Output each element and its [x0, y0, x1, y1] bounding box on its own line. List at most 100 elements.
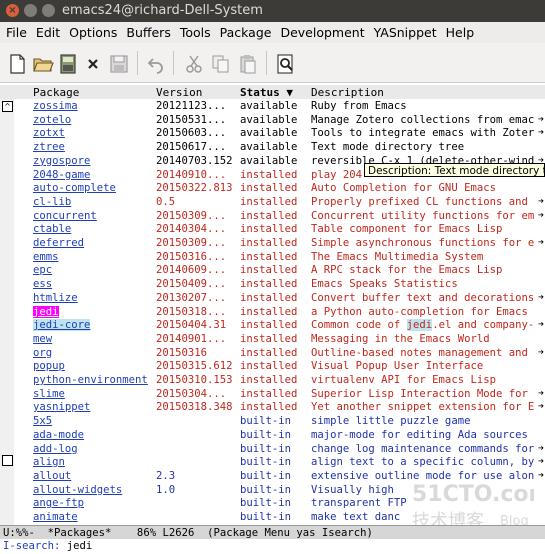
package-version: 20150603...	[156, 127, 227, 140]
package-name-link[interactable]: zygospore	[33, 155, 90, 167]
package-name-link[interactable]: align	[33, 456, 65, 468]
package-name-link[interactable]: jedi-core	[33, 319, 91, 332]
package-name-link[interactable]: emms	[33, 251, 59, 263]
package-description: Common code of jedi.el and company-	[311, 319, 535, 332]
package-row[interactable]: python-environment 20150310.153 installed v…	[0, 374, 545, 388]
package-status: available	[240, 113, 298, 126]
package-row[interactable]: epc 20140609... installed A RPC stack for t…	[0, 264, 545, 278]
package-row[interactable]: add-log built-in change log maintenance co…	[0, 443, 545, 457]
window-close-button[interactable]: ×	[6, 4, 19, 17]
close-icon[interactable]	[82, 53, 104, 75]
package-name-link[interactable]: zotelo	[33, 114, 71, 126]
minibuffer[interactable]: I-search: jedi	[0, 539, 545, 554]
package-name-link[interactable]: deferred	[33, 237, 84, 249]
package-row[interactable]: zossima 20121123... available Ruby from Ema…	[0, 100, 545, 114]
cut-icon[interactable]	[183, 53, 205, 75]
package-status: built-in	[240, 469, 292, 482]
package-name-link[interactable]: slime	[33, 388, 65, 400]
package-row[interactable]: ess 20150409... installed Emacs Speaks Stat…	[0, 278, 545, 292]
package-row[interactable]: zotxt 20150603... available Tools to integr…	[0, 127, 545, 141]
package-row[interactable]: jedi 20150318... installed a Python auto-co…	[0, 305, 545, 320]
package-row[interactable]: concurrent 20150309... installed Concurrent…	[0, 210, 545, 224]
package-name-link[interactable]: auto-complete	[33, 182, 116, 194]
package-name-link[interactable]: ada-mode	[33, 429, 84, 441]
package-row[interactable]: zotelo 20150531... available Manage Zotero …	[0, 114, 545, 128]
package-name-link[interactable]: ztree	[33, 141, 65, 153]
package-row[interactable]: auto-complete 20150322.813 installed Auto C…	[0, 182, 545, 196]
package-row[interactable]: deferred 20150309... installed Simple async…	[0, 237, 545, 251]
package-name-link[interactable]: jedi	[33, 305, 59, 318]
package-name-link[interactable]: mew	[33, 333, 52, 345]
package-row[interactable]: org 20150316 installed Outline-based notes …	[0, 347, 545, 361]
package-name-link[interactable]: ess	[33, 278, 52, 290]
menu-package[interactable]: Package	[220, 25, 272, 40]
package-name-link[interactable]: zossima	[33, 100, 78, 112]
package-name-link[interactable]: cl-lib	[33, 196, 71, 208]
package-name-link[interactable]: 2048-game	[33, 169, 90, 181]
package-version: 1.0	[156, 483, 176, 496]
menu-tools[interactable]: Tools	[180, 25, 211, 40]
new-file-icon[interactable]	[6, 53, 28, 75]
package-name-link[interactable]: htmlize	[33, 292, 78, 304]
package-name-link[interactable]: ange-ftp	[33, 497, 84, 509]
header-status[interactable]: Status ▼	[240, 86, 293, 99]
package-row[interactable]: ctable 20140304... installed Table componen…	[0, 223, 545, 237]
package-name-link[interactable]: ctable	[33, 223, 71, 235]
package-name-link[interactable]: animate	[33, 511, 78, 523]
menu-edit[interactable]: Edit	[36, 25, 60, 40]
package-name-link[interactable]: python-environment	[33, 374, 148, 386]
package-row[interactable]: emms 20150316... installed The Emacs Multim…	[0, 251, 545, 265]
package-version: 20150309...	[156, 237, 227, 249]
package-name-link[interactable]: popup	[33, 360, 65, 372]
package-row[interactable]: htmlize 20130207... installed Convert buffe…	[0, 292, 545, 306]
menu-options[interactable]: Options	[69, 25, 117, 40]
window-maximize-button[interactable]	[42, 4, 55, 17]
package-row[interactable]: cl-lib 0.5 installed Properly prefixed CL f…	[0, 196, 545, 210]
paste-icon[interactable]	[237, 53, 259, 75]
package-description: Concurrent utility functions for em	[311, 209, 535, 222]
package-name-link[interactable]: epc	[33, 264, 52, 276]
package-version: 20140901...	[156, 332, 227, 345]
package-description: Manage Zotero collections from emac	[311, 113, 535, 126]
package-row[interactable]: ada-mode built-in major-mode for editing A…	[0, 429, 545, 443]
menu-development[interactable]: Development	[280, 25, 364, 40]
header-package[interactable]: Package	[33, 86, 79, 99]
package-row[interactable]: align built-in align text to a specific co…	[0, 456, 545, 470]
package-status: installed	[240, 319, 298, 332]
package-name-link[interactable]: 5x5	[33, 415, 52, 427]
open-folder-icon[interactable]	[32, 53, 54, 75]
window-minimize-button[interactable]	[24, 4, 37, 17]
header-version[interactable]: Version	[156, 86, 202, 99]
package-description: simple little puzzle game	[311, 415, 471, 428]
header-description[interactable]: Description	[311, 86, 384, 99]
package-status: installed	[240, 332, 298, 345]
package-row[interactable]: jedi-core 20150404.31 installed Common code…	[0, 319, 545, 333]
package-row[interactable]: slime 20150304... installed Superior Lisp I…	[0, 388, 545, 402]
package-name-link[interactable]: add-log	[33, 443, 78, 455]
search-match-highlight: jedi	[406, 319, 433, 332]
package-version: 20150322.813	[156, 182, 233, 195]
package-name-link[interactable]: concurrent	[33, 210, 97, 222]
package-row[interactable]: popup 20150315.612 installed Visual Popup U…	[0, 360, 545, 374]
package-version: 20150531...	[156, 113, 227, 126]
package-row[interactable]: yasnippet 20150318.348 installed Yet anothe…	[0, 401, 545, 415]
package-name-link[interactable]: yasnippet	[33, 401, 90, 413]
save-icon[interactable]	[57, 53, 79, 75]
package-row[interactable]: 5x5 built-in simple little puzzle game	[0, 415, 545, 429]
menu-file[interactable]: File	[6, 25, 27, 40]
package-name-link[interactable]: allout-widgets	[33, 484, 122, 496]
menu-help[interactable]: Help	[446, 25, 475, 40]
package-name-link[interactable]: org	[33, 347, 52, 359]
package-version: 20150617...	[156, 141, 227, 154]
menu-buffers[interactable]: Buffers	[126, 25, 170, 40]
undo-icon[interactable]	[145, 53, 167, 75]
package-row[interactable]: ztree 20150617... available Text mode direc…	[0, 141, 545, 155]
package-name-link[interactable]: zotxt	[33, 127, 65, 139]
search-icon[interactable]	[275, 53, 297, 75]
package-name-link[interactable]: allout	[33, 470, 71, 482]
package-row[interactable]: mew 20140901... installed Messaging in the …	[0, 333, 545, 347]
disk-icon[interactable]	[108, 53, 130, 75]
line-continuation-icon: ➔	[538, 209, 545, 221]
menu-yasnippet[interactable]: YASnippet	[374, 25, 437, 40]
copy-icon[interactable]	[210, 53, 232, 75]
